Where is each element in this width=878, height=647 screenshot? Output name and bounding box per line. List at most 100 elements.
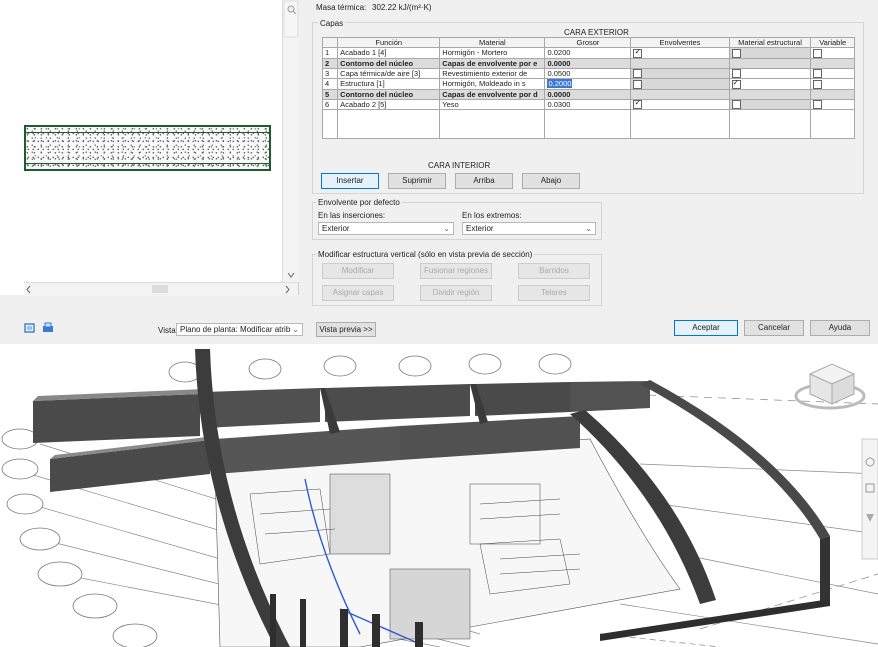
row-material[interactable]: Hormigón - Mortero bbox=[439, 47, 546, 59]
preview-button[interactable]: Vista previa >> bbox=[316, 322, 376, 337]
row-variable-cell bbox=[810, 57, 855, 69]
structural-checkbox[interactable] bbox=[731, 48, 741, 58]
variable-checkbox[interactable] bbox=[813, 69, 823, 78]
merge-regions-button[interactable]: Fusionar regiones bbox=[420, 263, 492, 279]
row-material[interactable]: Hormigón, Moldeado in s bbox=[439, 78, 546, 90]
scroll-left-arrow-icon[interactable] bbox=[26, 285, 31, 294]
wraps-checkbox[interactable] bbox=[633, 48, 643, 58]
row-wraps-cell bbox=[630, 98, 730, 111]
navigation-bar[interactable] bbox=[861, 438, 878, 560]
chevron-down-icon: ⌄ bbox=[292, 325, 299, 334]
scroll-thumb[interactable] bbox=[152, 285, 168, 293]
assign-layers-button[interactable]: Asignar capas bbox=[322, 285, 394, 301]
preview-vertical-scrollbar[interactable] bbox=[282, 0, 299, 282]
row-number: 4 bbox=[321, 78, 339, 90]
wraps-checkbox[interactable] bbox=[633, 69, 643, 78]
row-material: Capas de envolvente por d bbox=[439, 88, 546, 100]
at-ends-value: Exterior bbox=[466, 224, 494, 233]
table-row[interactable]: 1 Acabado 1 [4] Hormigón - Mortero 0.020… bbox=[321, 47, 855, 59]
row-thickness: 0.0000 bbox=[544, 88, 632, 100]
row-thickness: 0.0000 bbox=[544, 57, 632, 69]
row-number: 3 bbox=[321, 67, 339, 80]
variable-checkbox[interactable] bbox=[813, 79, 823, 89]
section-preview-pane[interactable] bbox=[0, 0, 299, 295]
row-thickness[interactable]: 0.0200 bbox=[544, 47, 632, 59]
move-up-button[interactable]: Arriba bbox=[455, 173, 513, 189]
default-wrapping-label: Envolvente por defecto bbox=[316, 198, 402, 207]
split-region-button[interactable]: Dividir región bbox=[420, 285, 492, 301]
modify-button[interactable]: Modificar bbox=[322, 263, 394, 279]
row-structural-cell bbox=[728, 57, 812, 69]
ok-button[interactable]: Aceptar bbox=[674, 320, 738, 336]
row-number: 6 bbox=[321, 98, 339, 111]
table-empty-row bbox=[321, 109, 855, 140]
column-header-variable: Variable bbox=[810, 37, 855, 48]
thickness-input-selected[interactable]: 0.2000 bbox=[547, 79, 573, 89]
row-function: Contorno del núcleo bbox=[337, 57, 441, 69]
table-row[interactable]: 6 Acabado 2 [5] Yeso 0.0300 bbox=[321, 98, 855, 111]
layers-label: Capas bbox=[318, 19, 346, 28]
table-row[interactable]: 3 Capa térmica/de aire [3] Revestimiento… bbox=[321, 67, 855, 80]
row-number: 1 bbox=[321, 47, 339, 59]
insert-button[interactable]: Insertar bbox=[321, 173, 379, 189]
scroll-right-arrow-icon[interactable] bbox=[285, 285, 290, 294]
row-thickness[interactable]: 0.0300 bbox=[544, 98, 632, 111]
interior-side-label: CARA INTERIOR bbox=[428, 161, 491, 170]
3d-view-canvas[interactable] bbox=[0, 344, 878, 647]
row-structural-cell bbox=[728, 67, 812, 80]
row-material[interactable]: Yeso bbox=[439, 98, 546, 111]
variable-checkbox[interactable] bbox=[813, 48, 823, 58]
structural-checkbox[interactable] bbox=[731, 100, 741, 109]
layers-table: Función Material Grosor Envolventes Mate… bbox=[321, 37, 855, 140]
row-function[interactable]: Acabado 1 [4] bbox=[337, 47, 441, 59]
at-inserts-select[interactable]: Exterior ⌄ bbox=[318, 222, 454, 235]
row-function[interactable]: Estructura [1] bbox=[337, 78, 441, 90]
row-number: 5 bbox=[321, 88, 339, 100]
reveals-button[interactable]: Telares bbox=[518, 285, 590, 301]
row-function: Contorno del núcleo bbox=[337, 88, 441, 100]
wraps-checkbox[interactable] bbox=[633, 79, 643, 89]
chevron-down-icon: ⌄ bbox=[585, 224, 592, 233]
row-variable-cell bbox=[810, 88, 855, 100]
table-row[interactable]: 5 Contorno del núcleo Capas de envolvent… bbox=[321, 88, 855, 100]
wraps-checkbox[interactable] bbox=[633, 100, 643, 109]
at-ends-select[interactable]: Exterior ⌄ bbox=[462, 222, 596, 235]
row-function[interactable]: Acabado 2 [5] bbox=[337, 98, 441, 111]
row-material[interactable]: Revestimiento exterior de bbox=[439, 67, 546, 80]
thermal-mass-value: 302.22 kJ/(m²·K) bbox=[372, 3, 432, 12]
preview-horizontal-scrollbar[interactable] bbox=[24, 282, 298, 296]
move-down-button[interactable]: Abajo bbox=[522, 173, 580, 189]
row-variable-cell bbox=[810, 67, 855, 80]
row-function[interactable]: Capa térmica/de aire [3] bbox=[337, 67, 441, 80]
row-thickness-selected[interactable]: 0.2000 bbox=[544, 78, 632, 90]
row-number: 2 bbox=[321, 57, 339, 69]
row-thickness[interactable]: 0.0500 bbox=[544, 67, 632, 80]
table-row[interactable]: 4 Estructura [1] Hormigón, Moldeado in s… bbox=[321, 78, 855, 90]
table-row[interactable]: 2 Contorno del núcleo Capas de envolvent… bbox=[321, 57, 855, 69]
scroll-down-arrow-icon[interactable] bbox=[283, 270, 299, 280]
row-structural-cell bbox=[728, 88, 812, 100]
row-variable-cell bbox=[810, 78, 855, 90]
variable-checkbox[interactable] bbox=[813, 100, 823, 109]
row-wraps-cell bbox=[630, 88, 730, 100]
structural-checkbox[interactable] bbox=[731, 79, 741, 89]
structural-checkbox[interactable] bbox=[731, 69, 741, 78]
zoom-fit-icon[interactable] bbox=[24, 322, 36, 334]
3d-model-drawing[interactable] bbox=[0, 344, 878, 647]
zoom-icon[interactable] bbox=[283, 0, 299, 40]
edit-assembly-dialog: Masa térmica: 302.22 kJ/(m²·K) Capas CAR… bbox=[0, 0, 878, 344]
view-select[interactable]: Plano de planta: Modificar atrib ⌄ bbox=[176, 323, 303, 336]
sweeps-button[interactable]: Barridos bbox=[518, 263, 590, 279]
at-inserts-label: En las inserciones: bbox=[318, 211, 386, 220]
exterior-side-label: CARA EXTERIOR bbox=[564, 28, 629, 37]
printer-icon[interactable] bbox=[42, 322, 54, 334]
view-value: Plano de planta: Modificar atrib bbox=[180, 325, 291, 334]
vertical-structure-label: Modificar estructura vertical (sólo en v… bbox=[316, 250, 535, 259]
column-header-structural: Material estructural bbox=[728, 37, 812, 48]
wall-section-preview bbox=[24, 125, 271, 171]
delete-button[interactable]: Suprimir bbox=[388, 173, 446, 189]
at-ends-label: En los extremos: bbox=[462, 211, 522, 220]
cancel-button[interactable]: Cancelar bbox=[744, 320, 804, 336]
row-material: Capas de envolvente por e bbox=[439, 57, 546, 69]
help-button[interactable]: Ayuda bbox=[810, 320, 870, 336]
